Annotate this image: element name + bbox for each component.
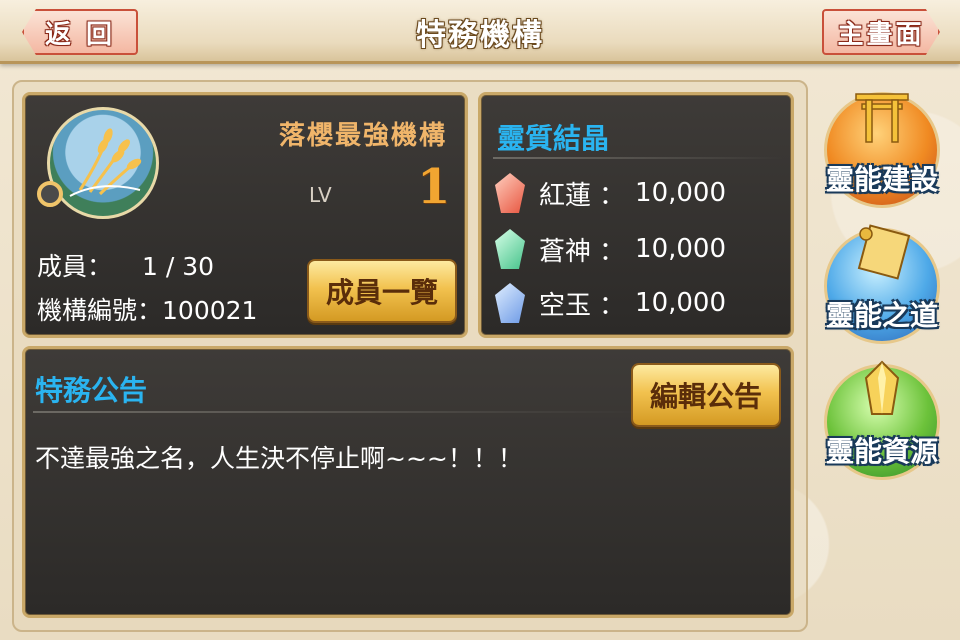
torii-gate-icon: [852, 86, 912, 146]
crystal-name: 紅蓮: [539, 180, 592, 211]
edit-notice-button[interactable]: 編輯公告: [631, 363, 781, 427]
crystal-name: 空玉: [539, 290, 592, 321]
page-title: 特務機構: [416, 18, 544, 53]
home-button[interactable]: 主畫面: [822, 9, 940, 55]
level-value: 1: [417, 159, 451, 215]
crystal-value: 10,000: [635, 178, 727, 208]
crystal-title: 靈質結晶: [497, 122, 610, 155]
side-menu-label: 靈能資源: [825, 435, 938, 468]
crystal-value: 10,000: [635, 234, 727, 264]
crystal-row: 蒼神 ： 10,000: [495, 227, 726, 271]
divider: [33, 411, 643, 413]
red-crystal-icon: [495, 173, 525, 213]
members-value: 1 / 30: [141, 252, 215, 281]
crystal-name: 蒼神: [539, 236, 592, 267]
organization-panel: 落櫻最強機構 LV 1 成員： 1 / 30 機構編號：100021 成員一覽: [22, 92, 468, 338]
level-label: LV: [309, 183, 332, 207]
side-menu-label: 靈能之道: [825, 299, 938, 332]
green-crystal-icon: [495, 229, 525, 269]
blue-crystal-icon: [495, 283, 525, 323]
magnifier-icon[interactable]: [37, 181, 63, 207]
crystal-row: 空玉 ： 10,000: [495, 281, 726, 325]
notice-text: 不達最強之名，人生決不停止啊~~~！！！: [35, 444, 523, 473]
organization-id-value: 100021: [162, 296, 258, 325]
crystal-separator: ：: [599, 236, 626, 267]
crystal-separator: ：: [599, 290, 626, 321]
spirit-way-button[interactable]: 靈能之道: [824, 224, 940, 344]
members-info: 成員： 1 / 30: [37, 247, 214, 283]
notice-title: 特務公告: [35, 374, 148, 407]
organization-id-info: 機構編號：100021: [37, 291, 257, 327]
spirit-resources-button[interactable]: 靈能資源: [824, 360, 940, 480]
side-menu-label: 靈能建設: [825, 163, 938, 196]
divider: [493, 157, 783, 159]
organization-name: 落櫻最強機構: [278, 121, 447, 151]
crystal-panel: 靈質結晶 紅蓮 ： 10,000 蒼神 ： 10,000 空玉 ： 10,000: [478, 92, 794, 338]
header-bar: 返 回 特務機構 主畫面: [0, 0, 960, 64]
scroll-icon: [852, 222, 912, 282]
wheat-emblem-icon: [47, 107, 159, 219]
crystal-row: 紅蓮 ： 10,000: [495, 171, 726, 215]
crystal-separator: ：: [599, 180, 626, 211]
gold-crystal-icon: [852, 358, 912, 418]
spirit-building-button[interactable]: 靈能建設: [824, 92, 940, 208]
member-list-button[interactable]: 成員一覽: [307, 259, 457, 323]
members-label: 成員：: [37, 252, 113, 281]
notice-panel: 特務公告 編輯公告 不達最強之名，人生決不停止啊~~~！！！: [22, 346, 794, 618]
crystal-value: 10,000: [635, 288, 727, 318]
organization-id-label: 機構編號：: [37, 296, 163, 325]
